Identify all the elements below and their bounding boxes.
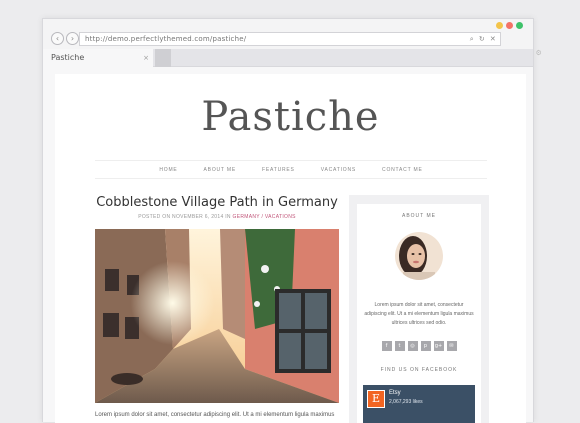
nav-vacations[interactable]: VACATIONS [321, 167, 356, 173]
post-meta: POSTED ON NOVEMBER 6, 2014 IN GERMANY / … [95, 214, 339, 220]
address-bar[interactable]: http://demo.perfectlythemed.com/pastiche… [79, 32, 542, 57]
tab-title: Pastiche [51, 53, 85, 62]
about-widget: ABOUT ME Lorem ipsum dolor sit amet, con… [357, 204, 481, 423]
facebook-icon[interactable]: f [381, 341, 392, 351]
url-text[interactable]: http://demo.perfectlythemed.com/pastiche… [85, 35, 246, 43]
back-button[interactable]: ‹ [51, 32, 64, 45]
tab-pastiche[interactable]: Pastiche × [43, 49, 153, 67]
facebook-page-box[interactable]: E Etsy 2,067,293 likes [363, 385, 475, 423]
nav-features[interactable]: FEATURES [262, 167, 295, 173]
email-icon[interactable]: ✉ [446, 341, 457, 351]
author-avatar[interactable] [395, 232, 443, 280]
etsy-logo: E [367, 390, 385, 408]
site-logo[interactable]: Pastiche [55, 94, 526, 140]
facebook-likes: 2,067,293 likes [389, 399, 423, 405]
main-navigation: HOME ABOUT ME FEATURES VACATIONS CONTACT… [95, 160, 487, 179]
tab-close-icon[interactable]: × [143, 49, 149, 67]
google-plus-icon[interactable]: g+ [433, 341, 444, 351]
new-tab-button[interactable] [155, 49, 171, 67]
tab-strip: Pastiche × [43, 49, 533, 67]
post-excerpt: Lorem ipsum dolor sit amet, consectetur … [95, 412, 335, 418]
instagram-icon[interactable]: ◎ [407, 341, 418, 351]
gear-icon[interactable]: ⚙ [536, 47, 542, 59]
author-bio: Lorem ipsum dolor sit amet, consectetur … [364, 302, 474, 326]
window-maximize-dot[interactable] [516, 22, 523, 29]
about-widget-title: ABOUT ME [401, 213, 437, 219]
post-categories[interactable]: GERMANY / VACATIONS [233, 214, 296, 220]
window-close-dot[interactable] [496, 22, 503, 29]
forward-button[interactable]: › [66, 32, 79, 45]
window-controls [496, 22, 523, 29]
nav-about-me[interactable]: ABOUT ME [204, 167, 236, 173]
facebook-page-name[interactable]: Etsy [389, 390, 401, 396]
window-minimize-dot[interactable] [506, 22, 513, 29]
web-page: Pastiche HOME ABOUT ME FEATURES VACATION… [55, 74, 526, 423]
pinterest-icon[interactable]: p [420, 341, 431, 351]
url-actions: ⌕ ↻ ✕ [470, 33, 496, 45]
refresh-icon[interactable]: ↻ [479, 33, 485, 45]
search-icon[interactable]: ⌕ [470, 33, 474, 45]
sidebar: ABOUT ME Lorem ipsum dolor sit amet, con… [349, 195, 489, 423]
nav-contact-me[interactable]: CONTACT ME [382, 167, 423, 173]
post-date: POSTED ON NOVEMBER 6, 2014 IN [138, 214, 231, 220]
nav-home[interactable]: HOME [159, 167, 177, 173]
post-featured-image[interactable] [95, 229, 339, 403]
facebook-widget-title: FIND US ON FACEBOOK [380, 367, 458, 373]
browser-window: ‹ › http://demo.perfectlythemed.com/past… [42, 18, 542, 423]
social-links: f t ◎ p g+ ✉ [357, 341, 481, 351]
post-title[interactable]: Cobblestone Village Path in Germany [95, 195, 339, 210]
twitter-icon[interactable]: t [394, 341, 405, 351]
browser-toolbar: ‹ › http://demo.perfectlythemed.com/past… [43, 19, 542, 57]
close-icon[interactable]: ✕ [490, 33, 496, 45]
